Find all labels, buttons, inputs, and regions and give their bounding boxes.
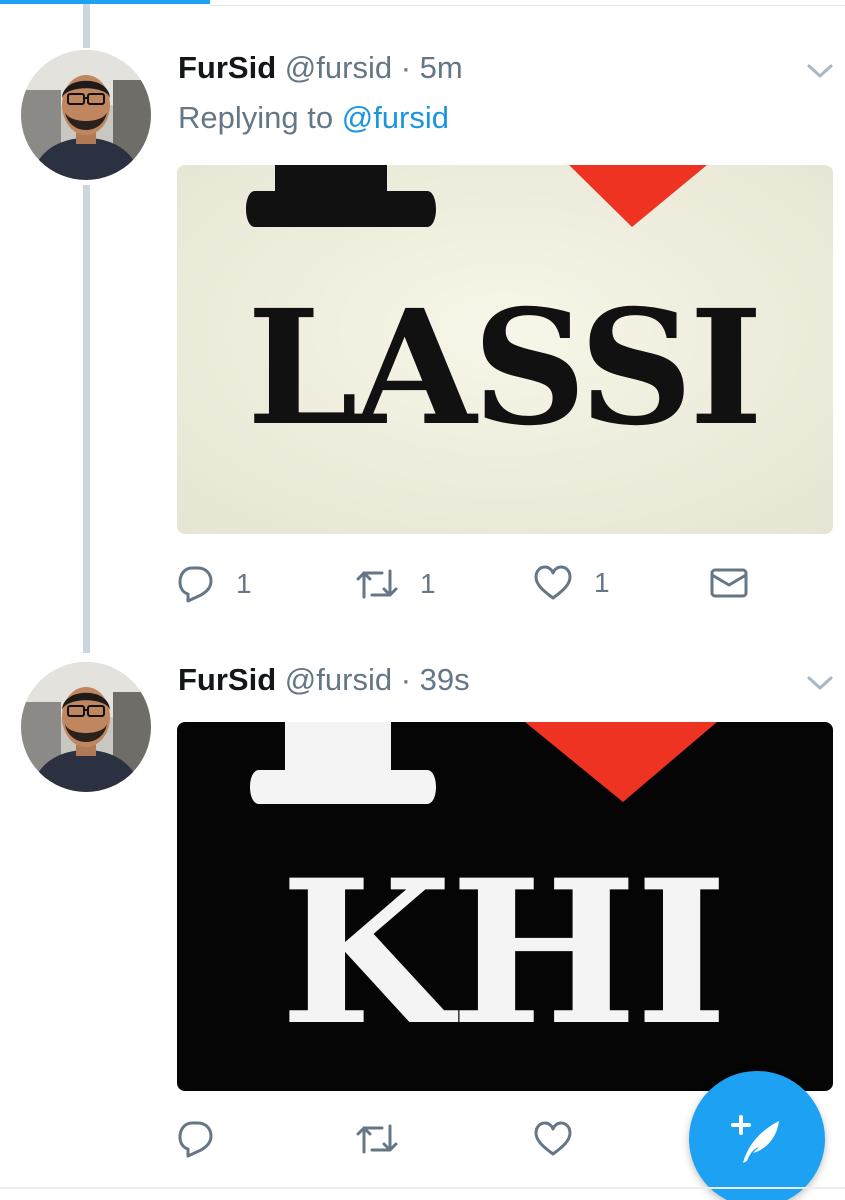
like-count: 1 [594,567,610,598]
separator: · [400,662,412,697]
heart-icon [534,565,572,600]
tab-underline-active [0,0,210,4]
tweet-header: FurSid @fursid · 5m [178,50,463,86]
display-name[interactable]: FurSid [178,50,276,85]
image-text-khi: KHI [280,836,726,1069]
reply-icon [178,1121,213,1158]
separator: · [400,50,412,85]
handle[interactable]: @fursid [285,50,392,85]
chevron-down-icon[interactable] [806,674,834,692]
thread-connector [83,185,90,653]
divider [0,1187,845,1189]
timestamp[interactable]: 5m [420,50,463,85]
retweet-count: 1 [420,568,436,599]
direct-message-button[interactable] [710,567,748,599]
chevron-down-icon[interactable] [806,62,834,80]
retweet-icon [356,1124,398,1154]
retweet-icon [356,569,398,599]
replying-to: Replying to @fursid [178,100,449,136]
avatar[interactable] [21,50,151,180]
replying-to-label: Replying to [178,100,334,135]
image-text-lassi: LASSI [247,276,759,461]
avatar[interactable] [21,662,151,792]
reply-button[interactable]: 1 [178,565,252,603]
compose-tweet-button[interactable] [689,1071,825,1200]
compose-tweet-icon [731,1115,779,1163]
like-button[interactable] [534,1121,572,1157]
reply-icon [178,566,213,603]
reply-button[interactable] [178,1120,214,1158]
timestamp[interactable]: 39s [420,662,470,697]
like-button[interactable]: 1 [534,565,610,601]
tweet-image[interactable]: KHI [177,722,833,1091]
retweet-button[interactable] [356,1120,398,1158]
mention-link[interactable]: @fursid [342,100,449,135]
tweet-image[interactable]: LASSI [177,165,833,534]
heart-icon [534,1121,572,1156]
tweet-header: FurSid @fursid · 39s [178,662,470,698]
header-divider [210,5,845,6]
handle[interactable]: @fursid [285,662,392,697]
top-scroll-indicator [0,0,845,7]
display-name[interactable]: FurSid [178,662,276,697]
thread-connector-top [83,4,90,48]
envelope-icon [710,568,748,598]
retweet-button[interactable]: 1 [356,565,436,603]
reply-count: 1 [236,568,252,599]
